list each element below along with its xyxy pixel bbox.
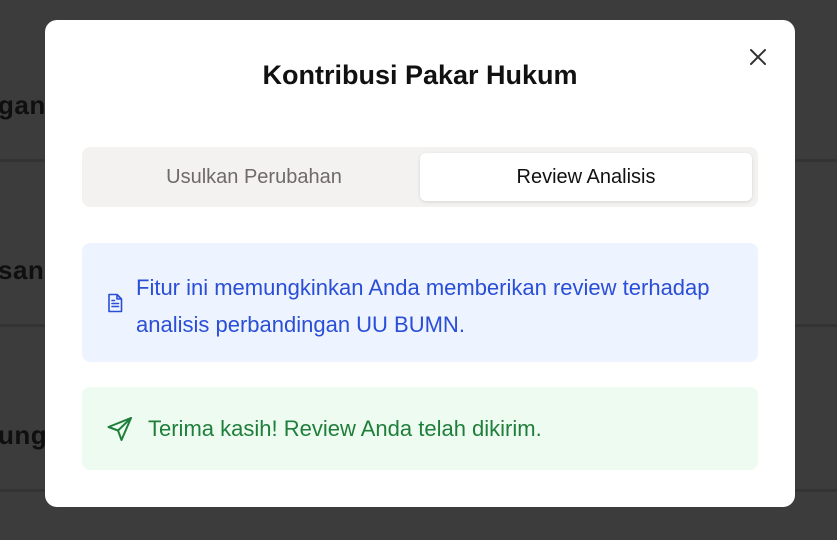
tab-list: Usulkan Perubahan Review Analisis	[82, 147, 758, 207]
document-icon	[108, 293, 123, 313]
background-row-text: gan	[0, 90, 46, 120]
info-text: Fitur ini memungkinkan Anda memberikan r…	[136, 275, 710, 337]
send-icon	[107, 417, 132, 441]
success-text: Terima kasih! Review Anda telah dikirim.	[148, 416, 542, 441]
expert-contribution-modal: Kontribusi Pakar Hukum Usulkan Perubahan…	[45, 20, 795, 507]
tab-review-analysis[interactable]: Review Analisis	[420, 153, 752, 201]
tab-propose-changes[interactable]: Usulkan Perubahan	[88, 153, 420, 201]
success-banner: Terima kasih! Review Anda telah dikirim.	[82, 387, 758, 470]
background-row-text: ung	[0, 420, 48, 450]
info-banner: Fitur ini memungkinkan Anda memberikan r…	[82, 243, 758, 362]
background-row-text: san	[0, 255, 45, 285]
modal-title: Kontribusi Pakar Hukum	[262, 60, 578, 90]
